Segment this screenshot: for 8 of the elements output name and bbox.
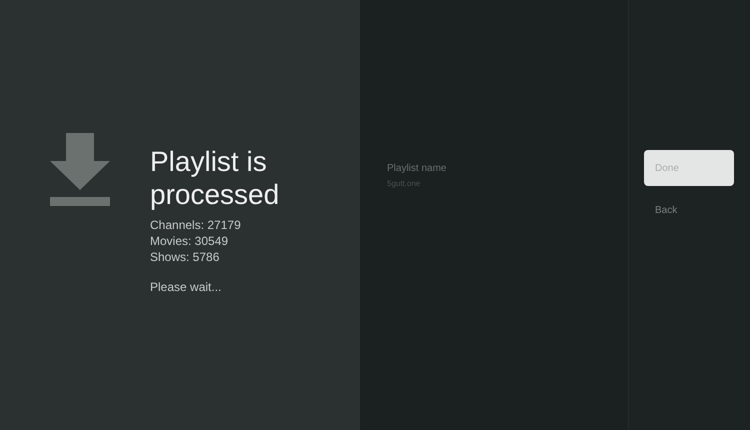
action-button[interactable]: Back (644, 192, 734, 228)
status-text: Please wait... (150, 279, 222, 295)
field-label: Playlist name (387, 162, 448, 176)
download-icon (50, 133, 110, 207)
stat-text: Channels: 27179 (150, 217, 242, 233)
stat-text: Shows: 5786 (150, 249, 220, 265)
title: Playlist is processed (150, 145, 280, 211)
stat-text: Movies: 30549 (150, 233, 230, 249)
